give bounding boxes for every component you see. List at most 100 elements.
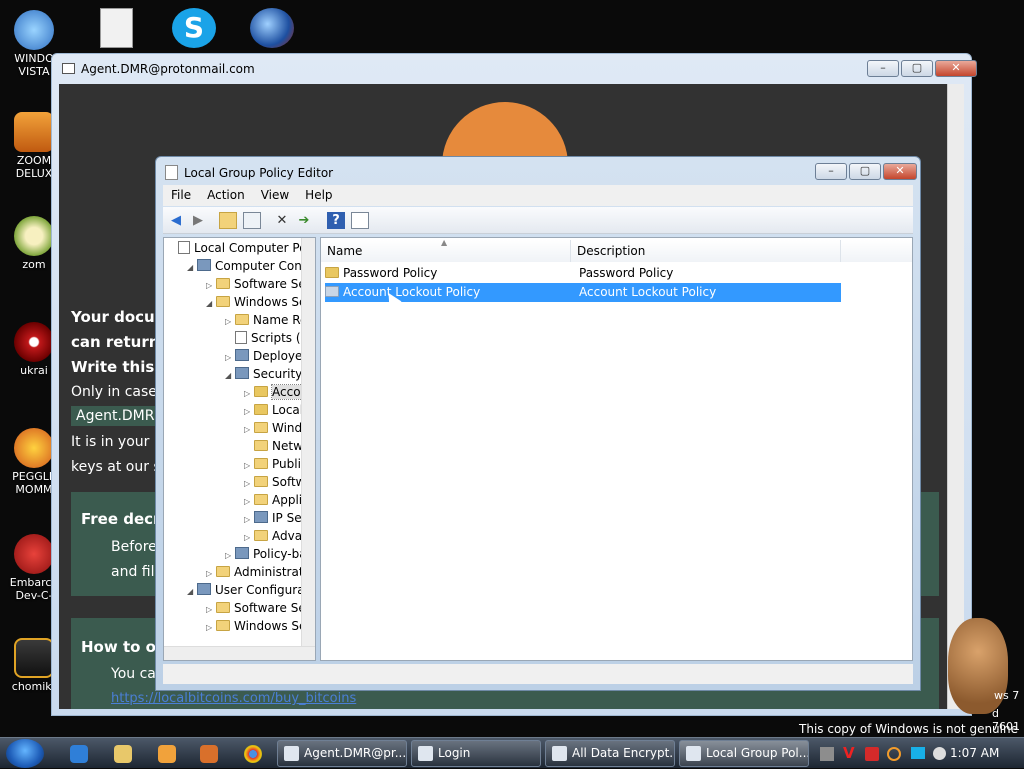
tree-item[interactable]: ▷ Software Setti: [206, 599, 315, 617]
tree-item[interactable]: ◢User Configuration: [187, 581, 315, 601]
folder-icon: [216, 278, 230, 289]
chrome-icon[interactable]: [244, 745, 262, 763]
menu-action[interactable]: Action: [199, 185, 253, 202]
ransom-window-titlebar[interactable]: Agent.DMR@protonmail.com – ▢ ✕: [52, 54, 977, 84]
back-arrow-icon[interactable]: ◀: [167, 212, 185, 229]
app-icon: [62, 63, 75, 74]
folder-icon: [254, 440, 268, 451]
tree-item[interactable]: ▷ Public: [244, 455, 308, 473]
box-line: You ca: [111, 666, 156, 682]
computer-icon: [197, 259, 211, 271]
file-explorer-icon[interactable]: [114, 745, 132, 763]
column-description-header[interactable]: Description: [571, 240, 841, 262]
taskbar-button-encrypted[interactable]: All Data Encrypt...: [545, 740, 675, 767]
tree-item[interactable]: ◢ Computer Config: [187, 257, 315, 277]
tray-warning-icon[interactable]: [865, 747, 879, 761]
collapse-chevron-icon[interactable]: ◢: [187, 259, 197, 277]
tree-vertical-scrollbar[interactable]: [301, 238, 315, 660]
maximize-button[interactable]: ▢: [901, 60, 933, 77]
tray-monitor-icon[interactable]: [911, 747, 925, 759]
desktop-document-icon[interactable]: [100, 8, 133, 48]
skype-icon[interactable]: S: [172, 8, 216, 48]
tree-pane: Local Computer Polic ◢ Computer Config ▷ Sof…: [163, 237, 316, 661]
internet-explorer-icon[interactable]: [70, 745, 88, 763]
globe-icon[interactable]: [250, 8, 294, 48]
menu-bar: File Action View Help: [163, 185, 913, 206]
tree-item[interactable]: ▷ Windows Sett: [206, 617, 315, 637]
collapse-chevron-icon[interactable]: ◢: [206, 295, 216, 313]
tree-item[interactable]: Local Computer Polic: [168, 239, 315, 257]
os-version-text: ws 7: [994, 689, 1020, 702]
window-icon: [552, 746, 567, 761]
up-folder-icon[interactable]: [219, 212, 237, 229]
tree-item[interactable]: ▷ Administrativ: [206, 563, 314, 581]
export-list-icon[interactable]: ➔: [295, 212, 313, 229]
media-player-icon[interactable]: [158, 745, 176, 763]
peggle-icon: [14, 428, 54, 468]
start-button[interactable]: [6, 739, 44, 768]
tree-item[interactable]: ▷ Windo: [244, 419, 310, 437]
tree-item[interactable]: ▷ Advan: [244, 527, 310, 545]
taskbar-button-gpe[interactable]: Local Group Pol...: [679, 740, 809, 767]
folder-icon: [254, 494, 268, 505]
tree-item[interactable]: ▷ Accou: [244, 383, 310, 401]
list-item-description: Account Lockout Policy: [579, 285, 717, 299]
tray-app-icon[interactable]: [820, 747, 834, 761]
expand-chevron-icon[interactable]: ▷: [206, 619, 216, 637]
tree-item[interactable]: ▷ Deployed: [225, 347, 310, 365]
tray-search-icon[interactable]: [887, 747, 901, 761]
close-button[interactable]: ✕: [935, 60, 977, 77]
menu-help[interactable]: Help: [297, 185, 340, 202]
taskbar-button-label: Local Group Pol...: [706, 746, 809, 760]
folder-lock-icon: [325, 286, 339, 297]
box-line: Before: [111, 539, 157, 555]
zoom-deluxe-icon: [14, 112, 54, 152]
folder-icon: [254, 386, 268, 397]
computer-icon: [197, 583, 211, 595]
collapse-chevron-icon[interactable]: ◢: [225, 367, 235, 385]
delete-icon[interactable]: ✕: [273, 212, 291, 229]
folder-icon: [254, 422, 268, 433]
list-item[interactable]: Password Policy Password Policy: [325, 264, 673, 283]
toolbar: ◀ ▶ ✕ ➔ ?: [163, 207, 913, 234]
window-icon: [418, 746, 433, 761]
window-icon: [686, 746, 701, 761]
clock[interactable]: 1:07 AM: [950, 746, 999, 760]
vertical-scrollbar[interactable]: [947, 84, 964, 709]
devcpp-icon: [14, 534, 54, 574]
taskbar-button-agent[interactable]: Agent.DMR@pr...: [277, 740, 407, 767]
gpe-title: Local Group Policy Editor: [184, 166, 334, 180]
tray-volume-icon[interactable]: [933, 747, 946, 760]
tree-horizontal-scrollbar[interactable]: [164, 646, 315, 660]
tree-item[interactable]: ◢ Windows Sett: [206, 293, 315, 313]
folder-icon: [216, 296, 230, 307]
folder-icon: [216, 602, 230, 613]
maximize-button[interactable]: ▢: [849, 163, 881, 180]
folder-icon: [254, 404, 268, 415]
properties-icon[interactable]: [351, 212, 369, 229]
not-genuine-notice: This copy of Windows is not genuine: [799, 722, 1018, 736]
tree-item[interactable]: ▷ Applic: [244, 491, 309, 509]
forward-arrow-icon[interactable]: ▶: [189, 212, 207, 229]
minimize-button[interactable]: –: [815, 163, 847, 180]
app-quicklaunch-icon[interactable]: [200, 745, 218, 763]
show-hide-tree-icon[interactable]: [243, 212, 261, 229]
group-policy-editor-window[interactable]: Local Group Policy Editor – ▢ ✕ File Acti…: [155, 156, 921, 691]
menu-view[interactable]: View: [253, 185, 297, 202]
menu-file[interactable]: File: [163, 185, 199, 202]
collapse-chevron-icon[interactable]: ◢: [187, 583, 197, 601]
close-button[interactable]: ✕: [883, 163, 917, 180]
radiation-icon: [14, 322, 54, 362]
minimize-button[interactable]: –: [867, 60, 899, 77]
tray-v-icon[interactable]: V: [843, 744, 855, 762]
gpe-titlebar[interactable]: Local Group Policy Editor – ▢ ✕: [156, 157, 920, 187]
help-icon[interactable]: ?: [327, 212, 345, 229]
taskbar-button-label: Agent.DMR@pr...: [304, 746, 407, 760]
taskbar-button-login[interactable]: Login: [411, 740, 541, 767]
bitcoin-link[interactable]: https://localbitcoins.com/buy_bitcoins: [111, 691, 356, 706]
list-item-selected[interactable]: Account Lockout Policy Account Lockout P…: [325, 283, 841, 302]
sort-chevron-icon: ▲: [441, 238, 448, 247]
computer-icon: [235, 367, 249, 379]
tree-item[interactable]: ▷ Policy-bas: [225, 545, 313, 563]
tree-item[interactable]: ▷ Software Setti: [206, 275, 315, 293]
